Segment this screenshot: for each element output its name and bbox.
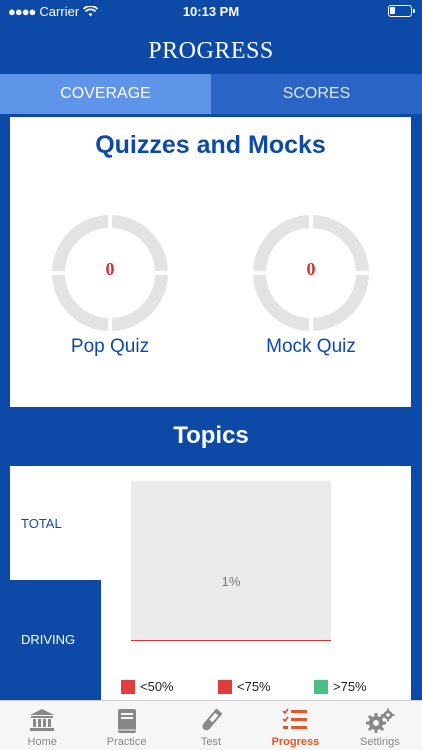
legend-swatch bbox=[218, 679, 232, 694]
legend-label: >75% bbox=[333, 679, 367, 694]
pop-quiz-value: 0 bbox=[105, 259, 115, 279]
nav-practice-label: Practice bbox=[106, 736, 147, 748]
nav-home-label: Home bbox=[27, 736, 57, 748]
clock: 10:13 PM bbox=[182, 4, 240, 19]
page-title: PROGRESS bbox=[0, 24, 422, 74]
segment-tabs: COVERAGE SCORES bbox=[0, 74, 422, 114]
row-label-driving[interactable]: DRIVING bbox=[21, 632, 75, 647]
pop-quiz-label: Pop Quiz bbox=[70, 336, 150, 357]
nav-settings-label: Settings bbox=[359, 736, 400, 748]
bank-icon bbox=[30, 709, 55, 731]
gears-icon bbox=[365, 708, 395, 733]
quizzes-card: Quizzes and Mocks 0 Pop Quiz 0 Mock Quiz bbox=[10, 117, 411, 407]
status-bar: ●●●● Carrier 10:13 PM bbox=[0, 0, 422, 24]
mock-quiz-label: Mock Quiz bbox=[266, 336, 356, 357]
quizzes-card-title: Quizzes and Mocks bbox=[95, 131, 326, 159]
topics-panel: TOTAL DRIVING 1% <50% <75% >75% bbox=[10, 466, 411, 700]
checklist-icon bbox=[282, 708, 308, 729]
topics-chart bbox=[131, 481, 331, 641]
legend-swatch bbox=[121, 679, 135, 694]
tab-scores[interactable]: SCORES bbox=[211, 74, 422, 114]
row-label-total[interactable]: TOTAL bbox=[21, 516, 62, 531]
legend-item: >75% bbox=[314, 679, 367, 694]
legend-label: <75% bbox=[237, 679, 271, 694]
battery-icon bbox=[388, 5, 415, 17]
nav-test-label: Test bbox=[200, 736, 222, 748]
book-icon bbox=[117, 709, 136, 733]
legend-swatch bbox=[314, 679, 328, 694]
topics-chart-percent: 1% bbox=[221, 574, 241, 589]
nav-progress[interactable]: Progress bbox=[253, 701, 337, 750]
nav-progress-label: Progress bbox=[271, 736, 320, 748]
nav-settings[interactable]: Settings bbox=[338, 701, 422, 750]
legend-label: <50% bbox=[140, 679, 174, 694]
legend-item: <50% bbox=[121, 679, 174, 694]
nav-practice[interactable]: Practice bbox=[84, 701, 168, 750]
mock-quiz-ring[interactable]: 0 bbox=[251, 213, 371, 333]
topics-chart-baseline bbox=[131, 640, 331, 641]
tab-coverage[interactable]: COVERAGE bbox=[0, 74, 211, 114]
legend-item: <75% bbox=[218, 679, 271, 694]
mock-quiz-value: 0 bbox=[306, 259, 316, 279]
nav-home[interactable]: Home bbox=[0, 701, 84, 750]
test-tube-icon bbox=[202, 708, 223, 731]
bottom-tab-bar: Home Practice Test Progress Settings bbox=[0, 700, 422, 750]
topics-title: Topics bbox=[173, 422, 249, 449]
pop-quiz-ring[interactable]: 0 bbox=[50, 213, 170, 333]
nav-test[interactable]: Test bbox=[169, 701, 253, 750]
